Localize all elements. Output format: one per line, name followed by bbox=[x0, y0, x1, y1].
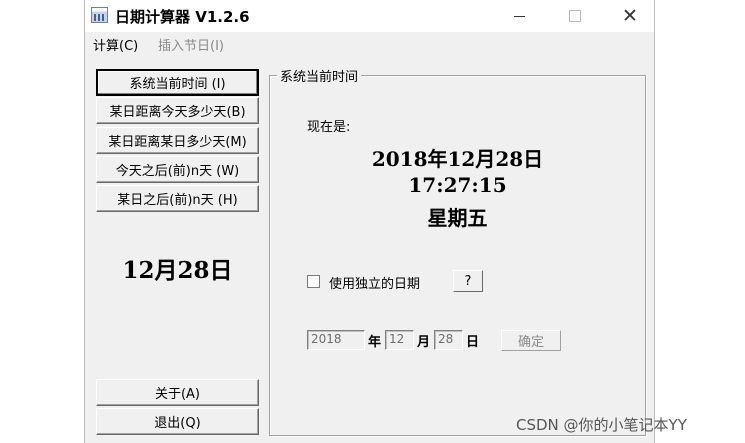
calendar-app-icon bbox=[91, 7, 108, 23]
system-time-button[interactable]: 系统当前时间 (I) bbox=[96, 69, 259, 96]
date-plus-n-days-button[interactable]: 某日之后(前)n天 (H) bbox=[96, 185, 259, 212]
independent-date-label[interactable]: 使用独立的日期 bbox=[329, 273, 420, 292]
month-unit: 月 bbox=[417, 335, 431, 350]
current-weekday: 星期五 bbox=[427, 206, 488, 230]
year-unit: 年 bbox=[368, 335, 382, 350]
minimize-button[interactable] bbox=[496, 0, 542, 32]
watermark: CSDN @你的小笔记本YY bbox=[516, 416, 687, 434]
day-unit: 日 bbox=[466, 335, 480, 350]
maximize-icon bbox=[569, 10, 581, 22]
minimize-icon bbox=[513, 15, 525, 17]
window-title: 日期计算器 V1.2.6 bbox=[115, 8, 250, 26]
days-to-today-button[interactable]: 某日距离今天多少天(B) bbox=[96, 97, 259, 124]
groupbox-title: 系统当前时间 bbox=[277, 66, 362, 85]
days-between-dates-button[interactable]: 某日距离某日多少天(M) bbox=[96, 127, 259, 154]
month-input[interactable]: 12 bbox=[385, 330, 414, 350]
app-window: 日期计算器 V1.2.6 ✕ 计算(C) 插入节日(I) 系统当前时间 (I) … bbox=[84, 0, 655, 443]
exit-button[interactable]: 退出(Q) bbox=[96, 408, 259, 435]
now-label: 现在是: bbox=[307, 120, 351, 135]
menu-calc[interactable]: 计算(C) bbox=[93, 35, 138, 54]
close-icon: ✕ bbox=[622, 5, 638, 27]
menu-bar: 计算(C) 插入节日(I) bbox=[85, 32, 654, 56]
maximize-button[interactable] bbox=[552, 0, 598, 32]
ok-button[interactable]: 确定 bbox=[501, 330, 561, 351]
year-input[interactable]: 2018 bbox=[307, 330, 365, 350]
title-bar[interactable]: 日期计算器 V1.2.6 ✕ bbox=[85, 0, 654, 32]
today-plus-n-days-button[interactable]: 今天之后(前)n天 (W) bbox=[96, 156, 259, 183]
close-button[interactable]: ✕ bbox=[607, 0, 653, 32]
current-date: 2018年12月28日 bbox=[371, 147, 544, 171]
current-time: 17:27:15 bbox=[408, 173, 507, 197]
day-input[interactable]: 28 bbox=[434, 330, 463, 350]
help-button[interactable]: ? bbox=[453, 270, 483, 292]
menu-insert-holiday[interactable]: 插入节日(I) bbox=[158, 35, 224, 54]
today-short-date: 12月28日 bbox=[122, 257, 233, 284]
independent-date-checkbox[interactable] bbox=[307, 275, 320, 288]
about-button[interactable]: 关于(A) bbox=[96, 379, 259, 406]
